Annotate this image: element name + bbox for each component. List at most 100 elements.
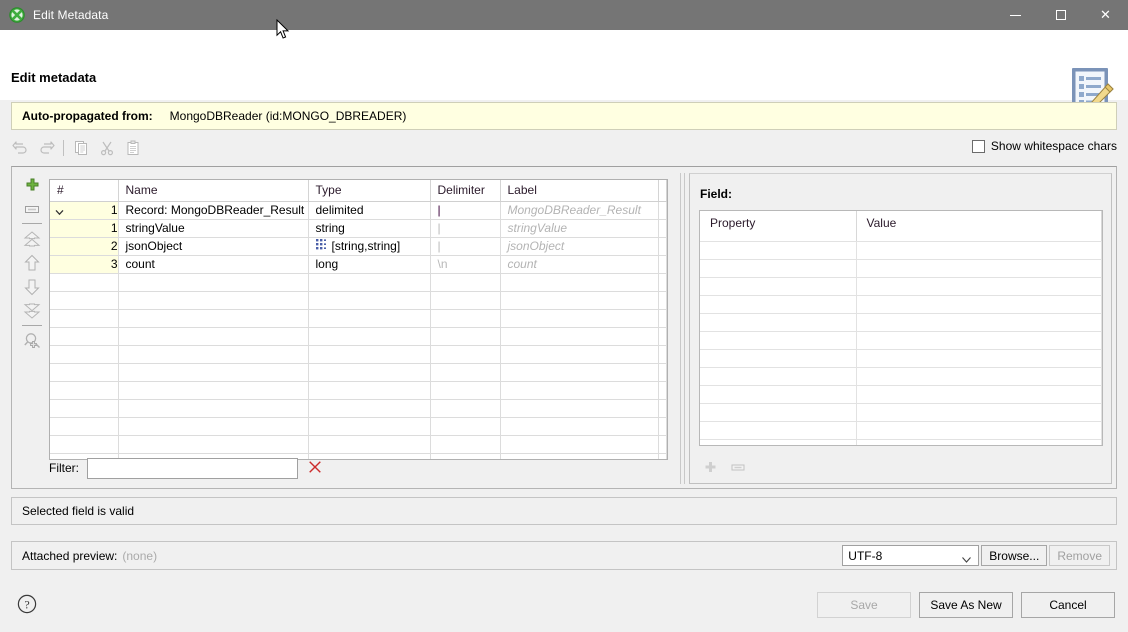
- table-row-empty[interactable]: [50, 345, 667, 364]
- maximize-button[interactable]: [1038, 0, 1083, 30]
- browse-button[interactable]: Browse...: [981, 545, 1048, 566]
- column-header-property[interactable]: Property: [700, 211, 857, 242]
- table-row[interactable]: 1 stringValue string | stringValue: [50, 219, 667, 238]
- chevron-down-icon[interactable]: [55, 206, 64, 215]
- magnifier-plus-icon[interactable]: [19, 329, 45, 353]
- field-type-cell[interactable]: [string,string]: [308, 237, 431, 256]
- empty-cell: [658, 363, 667, 382]
- row-number-cell[interactable]: 1: [50, 201, 119, 220]
- add-property-button[interactable]: [699, 457, 721, 477]
- row-number-cell[interactable]: 2: [50, 237, 119, 256]
- table-row[interactable]: 1 Record: MongoDBReader_Result delimited | M…: [50, 201, 667, 220]
- encoding-select[interactable]: UTF-8: [842, 545, 980, 566]
- move-to-bottom-button[interactable]: [19, 299, 45, 323]
- property-row-empty[interactable]: [700, 421, 1102, 440]
- save-button[interactable]: Save: [817, 592, 911, 618]
- empty-cell: [658, 345, 667, 364]
- question-mark-icon[interactable]: ?: [17, 594, 37, 617]
- move-to-top-button[interactable]: [19, 227, 45, 251]
- property-row-empty[interactable]: [700, 367, 1102, 386]
- checkbox-box[interactable]: [971, 139, 985, 153]
- field-name-cell[interactable]: jsonObject: [118, 237, 309, 256]
- cancel-button[interactable]: Cancel: [1021, 592, 1115, 618]
- field-label-cell[interactable]: count: [500, 255, 659, 274]
- row-number-cell[interactable]: 3: [50, 255, 119, 274]
- property-table-container[interactable]: Property Value: [699, 210, 1103, 446]
- empty-cell: [430, 363, 501, 382]
- field-label-cell[interactable]: stringValue: [500, 219, 659, 238]
- attached-preview-value: (none): [122, 548, 158, 563]
- minimize-button[interactable]: [993, 0, 1038, 30]
- undo-icon[interactable]: [8, 137, 32, 159]
- remove-property-button[interactable]: [727, 457, 749, 477]
- table-row[interactable]: 2 jsonObject [string,string] | jsonObject: [50, 237, 667, 256]
- save-as-new-button[interactable]: Save As New: [919, 592, 1013, 618]
- table-row-empty[interactable]: [50, 417, 667, 436]
- property-row-empty[interactable]: [700, 439, 1102, 445]
- column-header-label[interactable]: Label: [500, 180, 659, 202]
- field-delimiter-cell[interactable]: |: [430, 201, 501, 220]
- property-row-empty[interactable]: [700, 259, 1102, 278]
- add-field-button[interactable]: [19, 173, 45, 197]
- red-x-icon[interactable]: [308, 460, 322, 477]
- field-type-cell[interactable]: long: [308, 255, 431, 274]
- column-header-delimiter[interactable]: Delimiter: [430, 180, 501, 202]
- field-type-cell[interactable]: delimited: [308, 201, 431, 220]
- property-row-empty[interactable]: [700, 313, 1102, 332]
- cut-icon[interactable]: [95, 137, 119, 159]
- chevron-down-icon: [962, 552, 972, 566]
- empty-cell: [430, 381, 501, 400]
- field-type-cell[interactable]: string: [308, 219, 431, 238]
- property-row-empty[interactable]: [700, 277, 1102, 296]
- paste-icon[interactable]: [121, 137, 145, 159]
- copy-icon[interactable]: [69, 137, 93, 159]
- column-header-type[interactable]: Type: [308, 180, 431, 202]
- table-row-empty[interactable]: [50, 273, 667, 292]
- field-name-cell[interactable]: Record: MongoDBReader_Result: [118, 201, 309, 220]
- show-whitespace-checkbox[interactable]: Show whitespace chars: [971, 139, 1117, 153]
- field-extra-cell: [658, 237, 667, 256]
- empty-cell: [430, 417, 501, 436]
- panel-splitter[interactable]: [680, 173, 685, 484]
- table-row-empty[interactable]: [50, 309, 667, 328]
- column-header-num[interactable]: #: [50, 180, 119, 202]
- redo-icon[interactable]: [34, 137, 58, 159]
- remove-field-button[interactable]: [19, 197, 45, 221]
- field-name-cell[interactable]: count: [118, 255, 309, 274]
- property-name-cell: [700, 295, 857, 314]
- move-down-button[interactable]: [19, 275, 45, 299]
- property-row-empty[interactable]: [700, 331, 1102, 350]
- empty-cell: [500, 453, 659, 459]
- field-label-cell[interactable]: jsonObject: [500, 237, 659, 256]
- table-row-empty[interactable]: [50, 291, 667, 310]
- field-label-cell[interactable]: MongoDBReader_Result: [500, 201, 659, 220]
- property-row-empty[interactable]: [700, 349, 1102, 368]
- property-row-empty[interactable]: [700, 403, 1102, 422]
- filter-input[interactable]: [87, 457, 298, 479]
- field-table-container[interactable]: # Name Type Delimiter Label 1 Record: Mon…: [49, 179, 668, 460]
- column-header-value[interactable]: Value: [856, 211, 1102, 242]
- property-row-empty[interactable]: [700, 385, 1102, 404]
- table-row-empty[interactable]: [50, 363, 667, 382]
- property-row-empty[interactable]: [700, 241, 1102, 260]
- close-button[interactable]: ✕: [1083, 0, 1128, 30]
- field-delimiter-cell[interactable]: |: [430, 219, 501, 238]
- property-row-empty[interactable]: [700, 295, 1102, 314]
- table-row-empty[interactable]: [50, 399, 667, 418]
- field-delimiter-cell[interactable]: \n: [430, 255, 501, 274]
- table-row-empty[interactable]: [50, 327, 667, 346]
- field-type-value: long: [315, 257, 339, 271]
- empty-cell: [50, 345, 119, 364]
- field-delimiter-cell[interactable]: |: [430, 237, 501, 256]
- table-row[interactable]: 3 count long \n count: [50, 255, 667, 274]
- column-header-name[interactable]: Name: [118, 180, 309, 202]
- row-number-cell[interactable]: 1: [50, 219, 119, 238]
- table-row-empty[interactable]: [50, 435, 667, 454]
- table-row-empty[interactable]: [50, 381, 667, 400]
- column-header-extra[interactable]: [658, 180, 667, 202]
- remove-preview-button[interactable]: Remove: [1049, 545, 1110, 566]
- property-value-cell: [856, 385, 1102, 404]
- field-name-cell[interactable]: stringValue: [118, 219, 309, 238]
- move-up-button[interactable]: [19, 251, 45, 275]
- window-titlebar[interactable]: Edit Metadata ✕: [0, 0, 1128, 30]
